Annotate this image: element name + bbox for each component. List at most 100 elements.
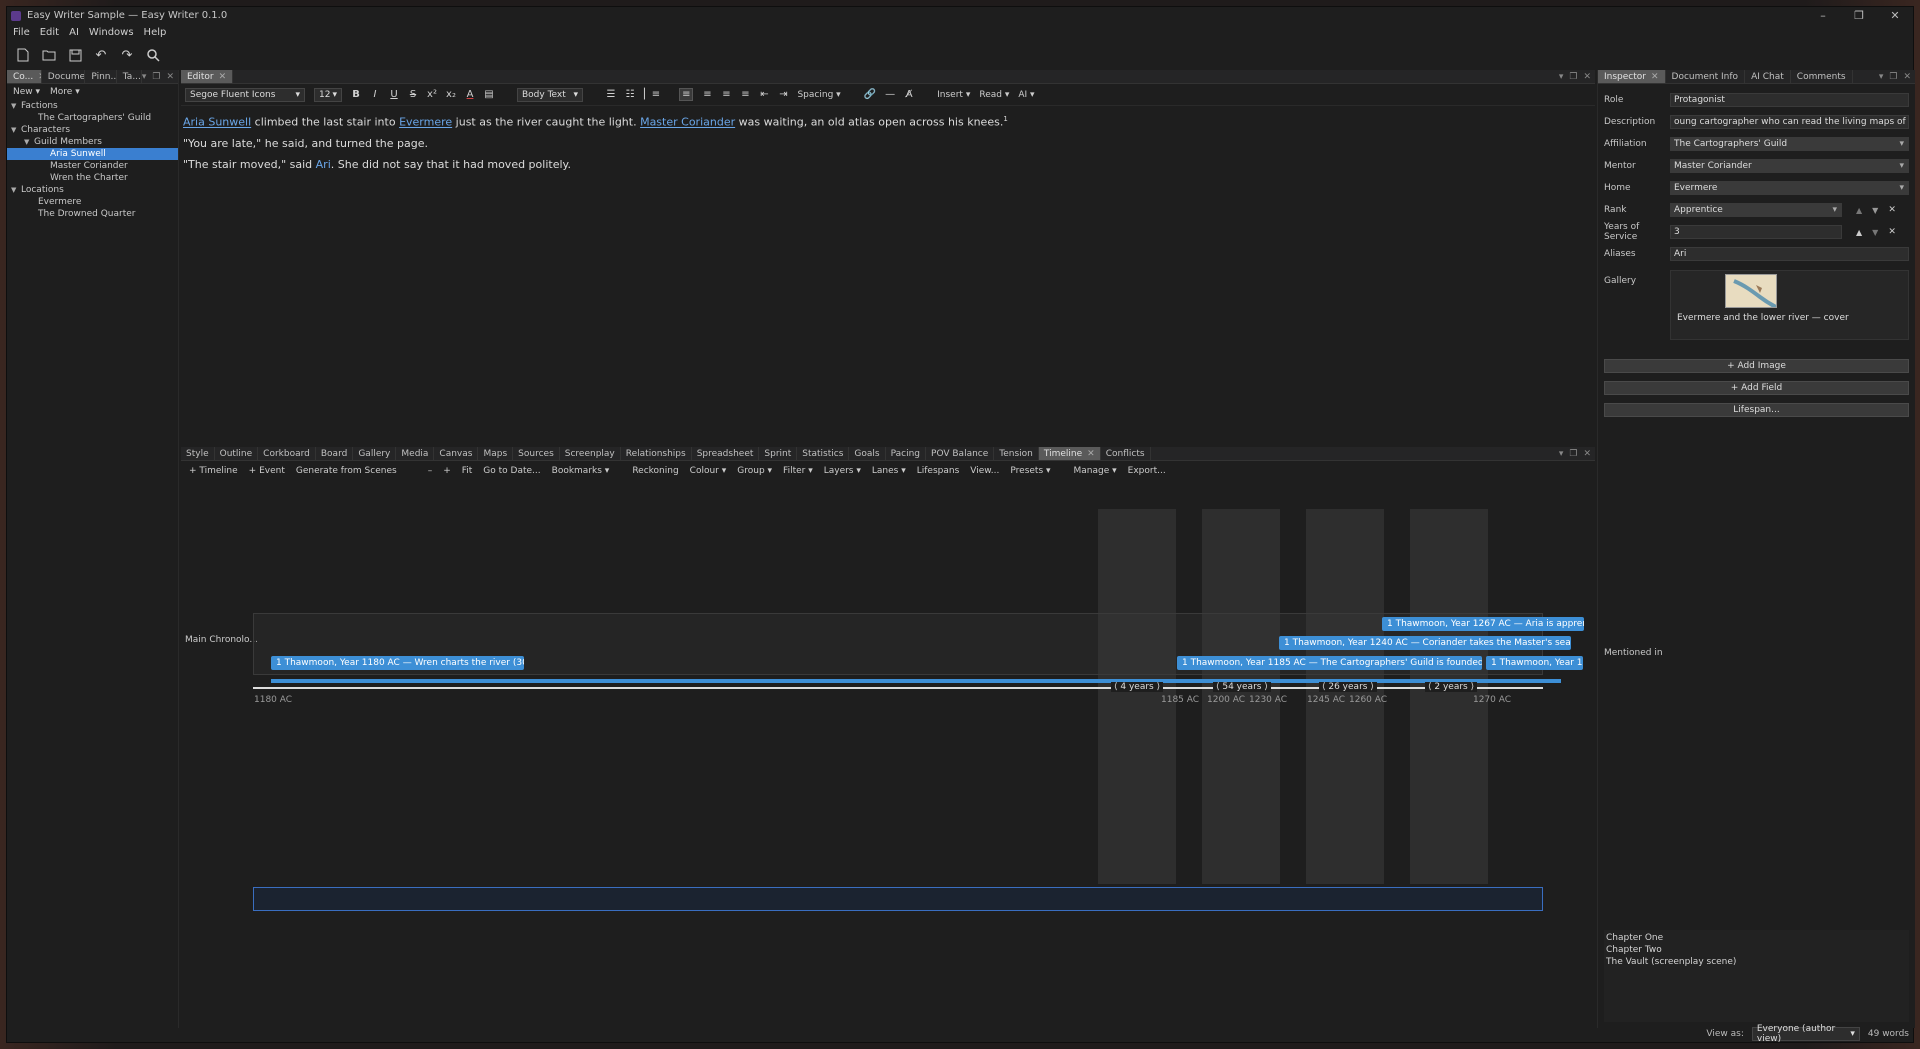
tree-item-cartographers-guild[interactable]: The Cartographers' Guild: [7, 112, 178, 124]
numbered-list-icon[interactable]: ☷: [625, 89, 635, 100]
add-event-button[interactable]: + Event: [249, 466, 285, 476]
tab-tags[interactable]: Ta...: [117, 70, 142, 83]
lifespans-button[interactable]: Lifespans: [917, 466, 960, 476]
restore-icon[interactable]: ❐: [1841, 7, 1877, 24]
entity-link[interactable]: Evermere: [399, 116, 452, 129]
tab-screenplay[interactable]: Screenplay: [560, 447, 621, 460]
mention-item[interactable]: Chapter Two: [1606, 944, 1907, 956]
tab-corkboard[interactable]: Corkboard: [258, 447, 316, 460]
text-color-icon[interactable]: A: [465, 89, 475, 100]
gallery-box[interactable]: Evermere and the lower river — cover: [1670, 270, 1909, 340]
tab-media[interactable]: Media: [396, 447, 435, 460]
tree-item-evermere[interactable]: Evermere: [7, 196, 178, 208]
years-of-service-field[interactable]: 3: [1670, 225, 1842, 239]
tab-gallery[interactable]: Gallery: [353, 447, 397, 460]
tab-board[interactable]: Board: [316, 447, 354, 460]
tab-sources[interactable]: Sources: [513, 447, 560, 460]
underline-icon[interactable]: U: [389, 89, 399, 100]
float-icon[interactable]: ❐: [1569, 449, 1577, 459]
highlight-icon[interactable]: ▤: [484, 89, 494, 100]
aliases-field[interactable]: Ari: [1670, 247, 1909, 261]
read-menu[interactable]: Read ▾: [979, 90, 1009, 100]
menu-file[interactable]: File: [13, 27, 30, 38]
tree-item-guild-members[interactable]: ▼ Guild Members: [7, 136, 178, 148]
editor-text-area[interactable]: Aria Sunwell climbed the last stair into…: [181, 106, 1595, 178]
pane-close-icon[interactable]: ✕: [1903, 72, 1911, 82]
tab-ai-chat[interactable]: AI Chat: [1745, 70, 1791, 83]
tab-documents[interactable]: Docume...: [42, 70, 86, 83]
tab-collection[interactable]: Co...✕: [7, 70, 42, 83]
float-icon[interactable]: ❐: [1889, 72, 1897, 82]
tab-editor[interactable]: Editor ✕: [181, 70, 234, 83]
reckoning-menu[interactable]: Reckoning: [632, 466, 678, 476]
close-tab-icon[interactable]: ✕: [1087, 449, 1095, 459]
description-field[interactable]: oung cartographer who can read the livin…: [1670, 115, 1909, 129]
tree-item-master-coriander[interactable]: Master Coriander: [7, 160, 178, 172]
close-icon[interactable]: ✕: [1877, 7, 1913, 24]
close-tab-icon[interactable]: ✕: [219, 72, 227, 82]
menu-edit[interactable]: Edit: [40, 27, 59, 38]
new-file-icon[interactable]: [15, 47, 31, 63]
menu-help[interactable]: Help: [144, 27, 167, 38]
menu-ai[interactable]: AI: [69, 27, 79, 38]
tab-goals[interactable]: Goals: [849, 447, 886, 460]
superscript-icon[interactable]: x²: [427, 89, 437, 100]
pane-menu-icon[interactable]: ▾: [1559, 72, 1564, 82]
affiliation-select[interactable]: The Cartographers' Guild: [1670, 137, 1909, 151]
tab-pinned[interactable]: Pinn...: [85, 70, 117, 83]
horizontal-rule-icon[interactable]: —: [885, 89, 895, 100]
timeline-event[interactable]: 1 Thawmoon, Year 1185 AC — The Cartograp…: [1177, 656, 1482, 670]
entity-link[interactable]: Master Coriander: [640, 116, 735, 129]
move-up-icon[interactable]: ▲: [1856, 206, 1862, 215]
italic-icon[interactable]: I: [370, 89, 380, 100]
timeline-event[interactable]: 1 Thawmoon, Year 1180 AC — Wren charts t…: [271, 656, 524, 670]
lifespan-button[interactable]: Lifespan...: [1604, 403, 1909, 417]
pane-close-icon[interactable]: ✕: [1583, 72, 1591, 82]
tree-item-wren-the-charter[interactable]: Wren the Charter: [7, 172, 178, 184]
float-icon[interactable]: ❐: [1569, 72, 1577, 82]
home-select[interactable]: Evermere: [1670, 181, 1909, 195]
paragraph-style-select[interactable]: Body Text ▾: [517, 87, 583, 102]
justify-icon[interactable]: ≡: [740, 89, 750, 100]
tab-relationships[interactable]: Relationships: [621, 447, 692, 460]
collapse-triangle-icon[interactable]: ▼: [11, 124, 21, 136]
font-size-select[interactable]: 12 ▾: [314, 87, 342, 102]
collapse-triangle-icon[interactable]: ▼: [11, 100, 21, 112]
view-as-select[interactable]: Everyone (author view) ▾: [1751, 1024, 1860, 1044]
presets-menu[interactable]: Presets ▾: [1010, 466, 1050, 476]
collapse-triangle-icon[interactable]: ▼: [11, 184, 21, 196]
timeline-event[interactable]: 1 Thawmoon, Year 1240 AC — Coriander tak…: [1279, 636, 1571, 650]
align-left-icon[interactable]: ≡: [679, 88, 694, 101]
save-icon[interactable]: [67, 47, 83, 63]
clear-formatting-icon[interactable]: A̸: [904, 89, 914, 100]
link-icon[interactable]: 🔗: [864, 89, 876, 100]
ai-menu[interactable]: AI ▾: [1018, 90, 1034, 100]
timeline-event[interactable]: 1 Thawmoon, Year 1270: [1486, 656, 1583, 670]
tab-sprint[interactable]: Sprint: [759, 447, 798, 460]
add-image-button[interactable]: + Add Image: [1604, 359, 1909, 373]
remove-field-icon[interactable]: ✕: [1888, 205, 1896, 215]
layers-menu[interactable]: Layers ▾: [824, 466, 861, 476]
pane-close-icon[interactable]: ✕: [166, 72, 174, 82]
strikethrough-icon[interactable]: S: [408, 89, 418, 100]
tab-canvas[interactable]: Canvas: [434, 447, 479, 460]
zoom-in-button[interactable]: +: [443, 466, 451, 476]
add-timeline-button[interactable]: + Timeline: [189, 466, 238, 476]
colour-menu[interactable]: Colour ▾: [690, 466, 727, 476]
tree-item-drowned-quarter[interactable]: The Drowned Quarter: [7, 208, 178, 220]
generate-from-scenes-button[interactable]: Generate from Scenes: [296, 466, 397, 476]
group-menu[interactable]: Group ▾: [737, 466, 772, 476]
tab-outline[interactable]: Outline: [215, 447, 259, 460]
tree-item-locations[interactable]: ▼ Locations: [7, 184, 178, 196]
new-menu-button[interactable]: New ▾: [13, 87, 40, 97]
redo-icon[interactable]: ↷: [119, 47, 135, 63]
tab-pacing[interactable]: Pacing: [886, 447, 927, 460]
tab-maps[interactable]: Maps: [478, 447, 514, 460]
tab-inspector[interactable]: Inspector ✕: [1598, 70, 1666, 83]
align-center-icon[interactable]: ≡: [702, 89, 712, 100]
blockquote-icon[interactable]: ▏≡: [644, 89, 660, 100]
indent-icon[interactable]: ⇥: [778, 89, 788, 100]
tab-pov-balance[interactable]: POV Balance: [926, 447, 995, 460]
mentor-select[interactable]: Master Coriander: [1670, 159, 1909, 173]
filter-menu[interactable]: Filter ▾: [783, 466, 813, 476]
